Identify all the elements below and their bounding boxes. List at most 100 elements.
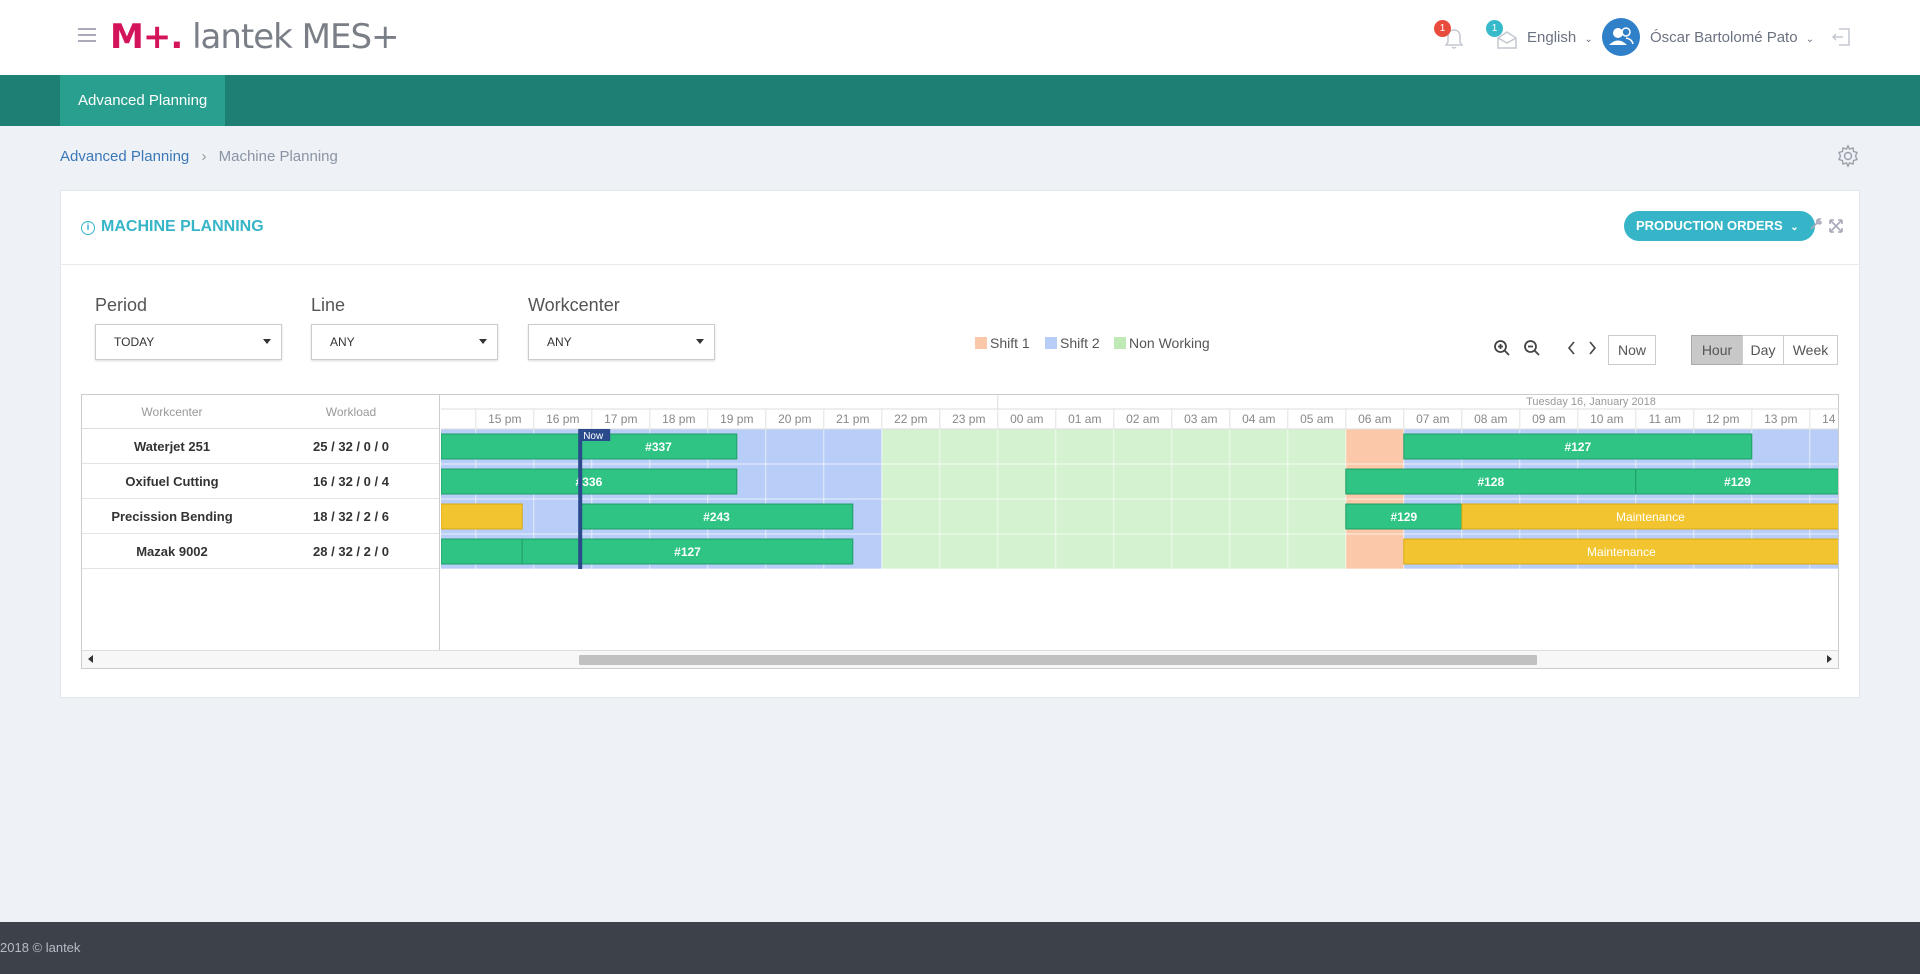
hour-tick-label: 16 pm <box>546 412 579 426</box>
breadcrumb: Advanced Planning › Machine Planning <box>60 148 338 165</box>
avatar[interactable] <box>1602 18 1640 56</box>
previous-button[interactable] <box>1563 339 1581 357</box>
scroll-right-icon[interactable] <box>1827 655 1832 663</box>
timeline-svg: Tuesday 16, January 2018 15 pm 16 pm 17 pm 1… <box>440 395 1839 570</box>
task-bar[interactable] <box>440 538 523 565</box>
day-scale-button[interactable]: Day <box>1742 335 1784 365</box>
hour-tick-label: 08 am <box>1474 412 1507 426</box>
hour-tick-label: 14 pm <box>1822 412 1839 426</box>
workcenter-value: ANY <box>547 335 572 349</box>
hour-tick-label: 04 am <box>1242 412 1275 426</box>
wrench-button[interactable] <box>1809 217 1823 231</box>
panel-title-text: MACHINE PLANNING <box>101 218 264 235</box>
gear-icon <box>1838 144 1858 168</box>
chevron-right-icon <box>1589 341 1597 355</box>
machine-planning-panel: i MACHINE PLANNING PRODUCTION ORDERS ⌄ Pe… <box>60 190 1860 698</box>
workcenter-name: Waterjet 251 <box>133 438 211 454</box>
legend-non-working: Non Working <box>1114 335 1210 351</box>
messages-button[interactable]: 1 <box>1486 20 1518 49</box>
grid-header: Workcenter Workload <box>82 395 439 429</box>
user-name: Óscar Bartolomé Pato <box>1650 29 1798 46</box>
next-button[interactable] <box>1583 339 1601 357</box>
maintenance-bar[interactable] <box>440 503 523 530</box>
timeline: Tuesday 16, January 2018 15 pm 16 pm 17 pm 1… <box>440 395 1839 650</box>
workcenter-name: Oxifuel Cutting <box>125 473 219 489</box>
task-bar-label: Maintenance <box>1616 510 1685 524</box>
period-select[interactable]: TODAY <box>95 324 282 360</box>
hour-tick-label: 13 pm <box>1764 412 1797 426</box>
hour-tick-label: 18 pm <box>662 412 695 426</box>
task-bar-label: #128 <box>1477 475 1504 489</box>
tab-advanced-planning[interactable]: Advanced Planning <box>60 75 226 126</box>
chevron-left-icon <box>1567 341 1575 355</box>
hour-tick-label: 09 am <box>1532 412 1565 426</box>
hour-tick-label: 06 am <box>1358 412 1391 426</box>
footer: 2018 © lantek <box>0 922 1920 974</box>
zoom-in-button[interactable] <box>1493 339 1511 357</box>
hour-tick-label: 02 am <box>1126 412 1159 426</box>
column-header-workload[interactable]: Workload <box>262 395 440 428</box>
table-row[interactable]: Mazak 9002 28 / 32 / 2 / 0 <box>82 534 439 569</box>
production-orders-button[interactable]: PRODUCTION ORDERS ⌄ <box>1624 211 1815 241</box>
hour-tick-label: 07 am <box>1416 412 1449 426</box>
app-logo[interactable]: M+. lantek MES+ <box>110 17 400 57</box>
language-label: English <box>1527 29 1577 46</box>
scroll-left-icon[interactable] <box>88 655 93 663</box>
legend-shift2: Shift 2 <box>1045 335 1100 351</box>
chevron-down-icon: ⌄ <box>1584 34 1593 45</box>
week-scale-button[interactable]: Week <box>1783 335 1838 365</box>
hour-tick-label: 20 pm <box>778 412 811 426</box>
logout-button[interactable] <box>1830 26 1852 50</box>
menu-icon[interactable] <box>78 28 96 42</box>
notifications-button[interactable]: 1 <box>1434 20 1464 49</box>
legend-non-working-label: Non Working <box>1129 335 1210 351</box>
breadcrumb-current: Machine Planning <box>218 148 338 165</box>
line-label: Line <box>311 295 346 315</box>
task-bar-label: #129 <box>1724 475 1751 489</box>
hour-tick-label: 23 pm <box>952 412 985 426</box>
task-bar-label: Maintenance <box>1587 545 1656 559</box>
hour-tick-label: 10 am <box>1590 412 1623 426</box>
language-selector[interactable]: English ⌄ <box>1527 22 1593 54</box>
legend-non-working-swatch <box>1114 337 1126 349</box>
hour-scale-button[interactable]: Hour <box>1691 335 1743 365</box>
chevron-down-icon: ⌄ <box>1790 222 1799 233</box>
column-header-workcenter[interactable]: Workcenter <box>82 395 262 428</box>
table-row[interactable]: Oxifuel Cutting 16 / 32 / 0 / 4 <box>82 464 439 499</box>
zoom-out-icon <box>1524 340 1540 356</box>
table-row[interactable]: Waterjet 251 25 / 32 / 0 / 0 <box>82 429 439 464</box>
users-icon <box>1609 27 1634 45</box>
workcenter-name: Mazak 9002 <box>136 543 208 559</box>
hour-tick-label: 21 pm <box>836 412 869 426</box>
panel-header: i MACHINE PLANNING PRODUCTION ORDERS ⌄ <box>61 191 1859 265</box>
settings-button[interactable] <box>1836 144 1860 168</box>
hour-tick-label: 22 pm <box>894 412 927 426</box>
table-row[interactable]: Precission Bending 18 / 32 / 2 / 6 <box>82 499 439 534</box>
line-select[interactable]: ANY <box>311 324 498 360</box>
workload-value: 25 / 32 / 0 / 0 <box>313 438 389 454</box>
now-button[interactable]: Now <box>1608 335 1656 365</box>
user-menu[interactable]: Óscar Bartolomé Pato ⌄ <box>1650 22 1814 54</box>
zoom-in-icon <box>1494 340 1510 356</box>
expand-button[interactable] <box>1829 219 1843 233</box>
zoom-out-button[interactable] <box>1523 339 1541 357</box>
workcenter-select[interactable]: ANY <box>528 324 715 360</box>
caret-down-icon <box>479 339 487 344</box>
breadcrumb-parent[interactable]: Advanced Planning <box>60 148 189 165</box>
horizontal-scrollbar[interactable] <box>82 650 1838 668</box>
workcenter-name: Precission Bending <box>111 508 233 524</box>
legend-shift1-swatch <box>975 337 987 349</box>
task-bar-label: #127 <box>1564 440 1591 454</box>
task-bar-label: #127 <box>674 545 701 559</box>
hour-tick-label: 17 pm <box>604 412 637 426</box>
expand-icon <box>1829 219 1843 233</box>
legend-shift1-label: Shift 1 <box>990 335 1030 351</box>
task-bar[interactable] <box>440 433 581 460</box>
notifications-badge: 1 <box>1434 20 1451 37</box>
main-nav: Advanced Planning <box>0 75 1920 126</box>
info-icon[interactable]: i <box>81 221 95 235</box>
now-marker-label: Now <box>583 431 604 442</box>
scroll-thumb[interactable] <box>579 655 1537 665</box>
logo-text: lantek MES+ <box>192 17 399 57</box>
breadcrumb-separator-icon: › <box>201 148 207 165</box>
